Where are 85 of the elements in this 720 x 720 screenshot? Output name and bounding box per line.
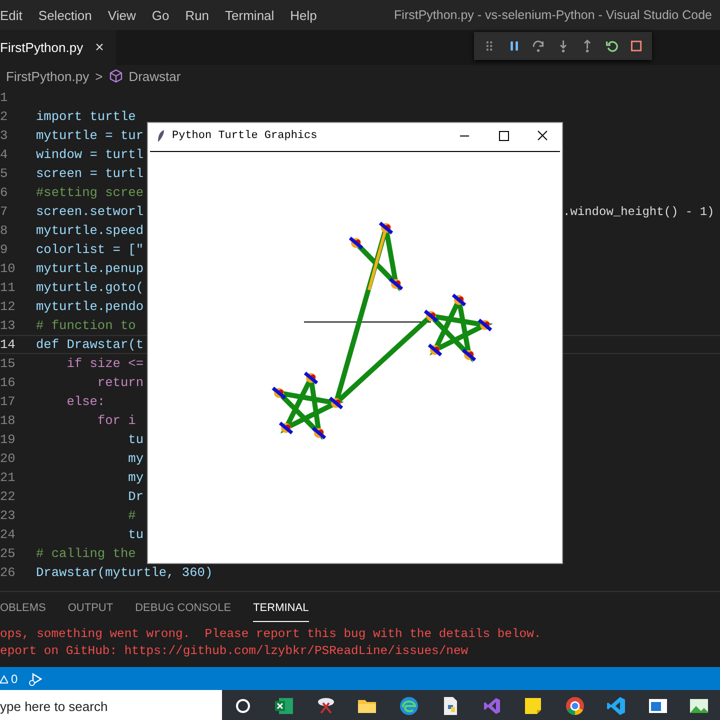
code-text: screen = turtl: [36, 166, 144, 181]
code-text: myturtle.pendo: [36, 299, 144, 314]
code-text: .window_height() - 1): [563, 204, 714, 218]
line-number: 15: [0, 356, 16, 371]
code-text: #: [127, 508, 136, 523]
spreadsheet-icon[interactable]: [273, 695, 296, 717]
terminal-line: eport on GitHub: https://github.com/lzybkr/PSReadLine/issues/new: [0, 644, 470, 660]
panel-tab[interactable]: DEBUG CONSOLE: [135, 595, 232, 621]
code-text: tu: [127, 527, 144, 542]
menu-item[interactable]: Go: [144, 8, 178, 22]
editor-tab[interactable]: FirstPython.py ×: [0, 30, 116, 65]
line-number: 5: [0, 166, 8, 181]
panel-tab[interactable]: OUTPUT: [68, 595, 114, 621]
code-text: else:: [66, 394, 106, 409]
code-text: my: [127, 470, 144, 485]
line-number: 3: [0, 128, 8, 143]
code-text: return: [96, 375, 144, 390]
code-text: # calling the: [36, 546, 136, 561]
line-number: 26: [0, 565, 16, 580]
panel-tab[interactable]: OBLEMS: [0, 595, 46, 621]
line-number: 14: [0, 337, 16, 352]
menu-item[interactable]: Selection: [30, 8, 100, 22]
menu-item[interactable]: Terminal: [217, 8, 282, 22]
menu-item[interactable]: Run: [177, 8, 218, 22]
menu-item[interactable]: Help: [282, 8, 325, 22]
line-number: 9: [0, 242, 8, 257]
warning-icon[interactable]: [0, 672, 8, 684]
line-number: 4: [0, 147, 8, 162]
code-text: screen.setworl: [36, 204, 144, 219]
line-number: 19: [0, 432, 16, 447]
browser-icon[interactable]: [398, 695, 420, 717]
line-number: 12: [0, 299, 16, 314]
code-text: my: [127, 451, 144, 466]
stop-icon[interactable]: [629, 38, 644, 54]
breadcrumb-symbol[interactable]: Drawstar: [128, 68, 181, 84]
window-title: FirstPython.py - vs-selenium-Python - Visual Studio Code: [394, 8, 713, 22]
cube-icon: [108, 69, 123, 83]
code-text: if size <=: [66, 356, 144, 371]
line-number: 24: [0, 527, 16, 542]
line-number: 16: [0, 375, 16, 390]
code-editor-icon[interactable]: [605, 695, 628, 717]
code-text: def Drawstar(t: [36, 337, 144, 352]
feather-icon: [156, 129, 166, 143]
line-number: 18: [0, 413, 16, 428]
code-text: colorlist = [": [36, 242, 144, 257]
line-number: 13: [0, 318, 16, 333]
code-text: tu: [127, 432, 144, 447]
menu-item[interactable]: Edit: [0, 8, 30, 22]
line-number: 7: [0, 204, 8, 219]
code-text: for i: [96, 413, 136, 428]
code-text: myturtle.goto(: [36, 280, 144, 295]
line-number: 21: [0, 470, 16, 485]
chrome-icon[interactable]: [564, 695, 586, 717]
code-text: #setting scree: [36, 185, 144, 200]
breadcrumb-file[interactable]: FirstPython.py: [6, 68, 90, 84]
line-number: 6: [0, 185, 8, 200]
terminal-line: ops, something went wrong. Please report this bug with the details below.: [0, 627, 542, 643]
panel-tab[interactable]: TERMINAL: [253, 594, 309, 622]
code-text: myturtle = tur: [36, 128, 144, 143]
line-number: 22: [0, 489, 16, 504]
debug-run-icon[interactable]: [28, 670, 44, 686]
turtle-window-title: Python Turtle Graphics: [172, 130, 318, 142]
code-text: window = turtl: [36, 147, 144, 162]
restart-icon[interactable]: [604, 38, 620, 54]
line-number: 8: [0, 223, 8, 238]
line-number: 20: [0, 451, 16, 466]
code-text: # function to: [36, 318, 136, 333]
line-number: 23: [0, 508, 16, 523]
search-field[interactable]: ype here to search: [0, 690, 222, 720]
menu-item[interactable]: View: [100, 8, 144, 22]
code-text: myturtle.speed: [36, 223, 144, 238]
code-text: import turtle: [36, 109, 136, 124]
code-text: myturtle.penup: [36, 261, 144, 276]
warning-count[interactable]: 0: [11, 672, 18, 686]
line-number: 17: [0, 394, 16, 409]
line-number: 2: [0, 109, 8, 124]
line-number: 10: [0, 261, 16, 276]
line-number: 11: [0, 280, 16, 295]
line-number: 25: [0, 546, 16, 561]
step-over-icon[interactable]: [531, 38, 546, 54]
breadcrumb-separator: >: [95, 68, 103, 84]
close-icon[interactable]: ×: [95, 39, 104, 56]
line-number: 1: [0, 90, 8, 105]
code-text: Dr: [127, 489, 144, 504]
code-text: Drawstar(myturtle, 360): [36, 565, 213, 580]
